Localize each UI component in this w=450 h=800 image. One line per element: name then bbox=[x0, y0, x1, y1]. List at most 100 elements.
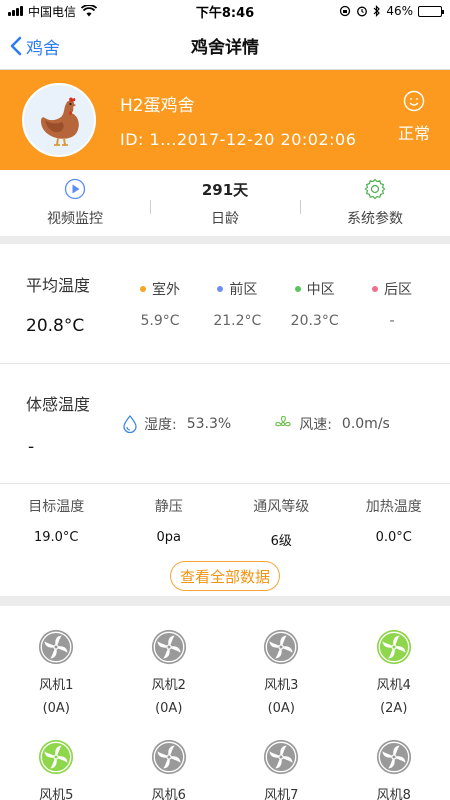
param-label: 静压 bbox=[154, 499, 183, 515]
battery-percent: 46% bbox=[386, 4, 413, 18]
fan-item[interactable]: 风机6 bbox=[113, 738, 226, 800]
wind-label: 风速: bbox=[299, 416, 332, 433]
zone-name: 中区 bbox=[306, 281, 335, 298]
play-circle-icon bbox=[64, 178, 86, 200]
fan-name: 风机2 bbox=[151, 678, 186, 693]
zone-front: 前区 21.2°C bbox=[199, 279, 275, 329]
age-item: 291天 日龄 bbox=[150, 178, 300, 228]
zone-dot bbox=[217, 285, 224, 292]
water-drop-icon bbox=[123, 414, 137, 433]
fan-item[interactable]: 风机7 bbox=[225, 738, 338, 800]
fans-section: 风机1 (0A) 风机2 (0A) 风机3 (0A) 风机4 (2A) 风机5 风机6 风机7 风机8 bbox=[0, 606, 450, 800]
battery-icon bbox=[418, 5, 444, 17]
bluetooth-icon bbox=[373, 5, 381, 17]
chevron-left-icon bbox=[10, 36, 22, 56]
gear-icon bbox=[364, 178, 386, 200]
zone-dot bbox=[294, 285, 301, 292]
fan-icon bbox=[39, 629, 74, 665]
nav-bar: 鸡舍 鸡舍详情 bbox=[0, 22, 450, 70]
param-value: 0pa bbox=[156, 530, 182, 545]
fan-name: 风机7 bbox=[264, 788, 299, 800]
environment-panel: 平均温度 20.8°C 室外 5.9°C 前区 21.2°C 中区 20.3°C… bbox=[0, 244, 450, 596]
fan-name: 风机1 bbox=[39, 678, 74, 693]
wind-fan-icon bbox=[275, 415, 291, 426]
fan-current: (2A) bbox=[380, 701, 408, 716]
house-name: H2蛋鸡舍 bbox=[120, 96, 195, 116]
rotation-lock-icon bbox=[340, 5, 351, 17]
fan-icon bbox=[264, 629, 299, 665]
page-title: 鸡舍详情 bbox=[191, 38, 259, 58]
video-monitor-button[interactable]: 视频监控 bbox=[0, 178, 150, 228]
status-bar: 中国电信 下午8:46 46% bbox=[0, 0, 450, 22]
fan-item[interactable]: 风机3 (0A) bbox=[225, 628, 338, 716]
wind-value: 0.0m/s bbox=[341, 415, 390, 432]
zone-value: 21.2°C bbox=[213, 312, 262, 329]
age-value: 291天 bbox=[201, 180, 249, 199]
fan-name: 风机6 bbox=[151, 788, 186, 800]
fan-name: 风机3 bbox=[264, 678, 299, 693]
feel-temp-title: 体感温度 bbox=[26, 394, 91, 414]
params-section: 目标温度 19.0°C 静压 0pa 通风等级 6级 加热温度 0.0°C 查看… bbox=[0, 484, 450, 596]
fan-current: (0A) bbox=[42, 701, 70, 716]
zone-value: 20.3°C bbox=[290, 312, 339, 329]
feel-temp-value: - bbox=[28, 436, 35, 457]
status-time: 下午8:46 bbox=[195, 5, 255, 21]
zone-outdoor: 室外 5.9°C bbox=[122, 279, 198, 329]
signal-icon bbox=[8, 6, 23, 16]
zone-dot bbox=[140, 285, 146, 292]
smiley-icon bbox=[403, 90, 425, 112]
zone-name: 后区 bbox=[383, 281, 412, 298]
system-params-button[interactable]: 系统参数 bbox=[300, 178, 450, 228]
humidity-label: 湿度: bbox=[144, 416, 177, 433]
fan-icon bbox=[264, 739, 299, 775]
zone-value: - bbox=[389, 312, 395, 329]
chicken-avatar bbox=[22, 83, 96, 157]
system-params-label: 系统参数 bbox=[347, 211, 403, 227]
param-label: 加热温度 bbox=[365, 499, 422, 515]
avg-temp-title: 平均温度 bbox=[26, 275, 91, 295]
fan-icon bbox=[151, 629, 186, 665]
chicken-icon bbox=[41, 97, 79, 146]
zone-value: 5.9°C bbox=[140, 312, 180, 329]
carrier-label: 中国电信 bbox=[28, 4, 77, 19]
fan-name: 风机5 bbox=[39, 788, 74, 800]
param-value: 6级 bbox=[270, 534, 292, 549]
zone-rear: 后区 - bbox=[354, 279, 430, 329]
param-label: 通风等级 bbox=[253, 499, 310, 515]
alarm-icon bbox=[357, 6, 368, 17]
fan-item[interactable]: 风机2 (0A) bbox=[113, 628, 226, 716]
wind-readout: 风速: 0.0m/s bbox=[273, 414, 390, 434]
view-all-data-button[interactable]: 查看全部数据 bbox=[170, 561, 280, 591]
fan-item[interactable]: 风机8 bbox=[338, 738, 450, 800]
house-header: H2蛋鸡舍 ID: 1...2017-12-20 20:02:06 正常 bbox=[0, 70, 450, 170]
fan-icon bbox=[39, 739, 74, 775]
fan-item[interactable]: 风机5 bbox=[0, 738, 113, 800]
param-target-temp: 目标温度 19.0°C bbox=[0, 496, 113, 549]
param-label: 目标温度 bbox=[28, 499, 85, 515]
house-id: ID: 1...2017-12-20 20:02:06 bbox=[120, 130, 357, 149]
feel-temp-row: 体感温度 - 湿度: 53.3% 风速: 0.0m/s bbox=[0, 364, 450, 484]
param-value: 19.0°C bbox=[33, 530, 79, 545]
fan-name: 风机8 bbox=[376, 788, 411, 800]
param-heating-temp: 加热温度 0.0°C bbox=[338, 496, 450, 549]
fan-name: 风机4 bbox=[376, 678, 411, 693]
zone-name: 前区 bbox=[229, 281, 258, 298]
zone-dot bbox=[371, 285, 378, 292]
avg-temp-row: 平均温度 20.8°C 室外 5.9°C 前区 21.2°C 中区 20.3°C… bbox=[0, 244, 450, 364]
fan-icon bbox=[151, 739, 186, 775]
fan-item[interactable]: 风机4 (2A) bbox=[338, 628, 450, 716]
divider bbox=[0, 236, 450, 244]
humidity-readout: 湿度: 53.3% bbox=[122, 414, 231, 434]
avg-temp-value: 20.8°C bbox=[26, 315, 85, 336]
param-value: 0.0°C bbox=[375, 530, 412, 545]
back-label: 鸡舍 bbox=[26, 38, 60, 59]
divider bbox=[0, 596, 450, 606]
house-status: 正常 bbox=[398, 90, 430, 144]
fan-item[interactable]: 风机1 (0A) bbox=[0, 628, 113, 716]
back-button[interactable]: 鸡舍 bbox=[10, 22, 60, 70]
humidity-value: 53.3% bbox=[186, 415, 232, 432]
fan-current: (0A) bbox=[267, 701, 295, 716]
param-static-pressure: 静压 0pa bbox=[113, 496, 226, 549]
fan-icon bbox=[376, 739, 411, 775]
fan-current: (0A) bbox=[155, 701, 183, 716]
